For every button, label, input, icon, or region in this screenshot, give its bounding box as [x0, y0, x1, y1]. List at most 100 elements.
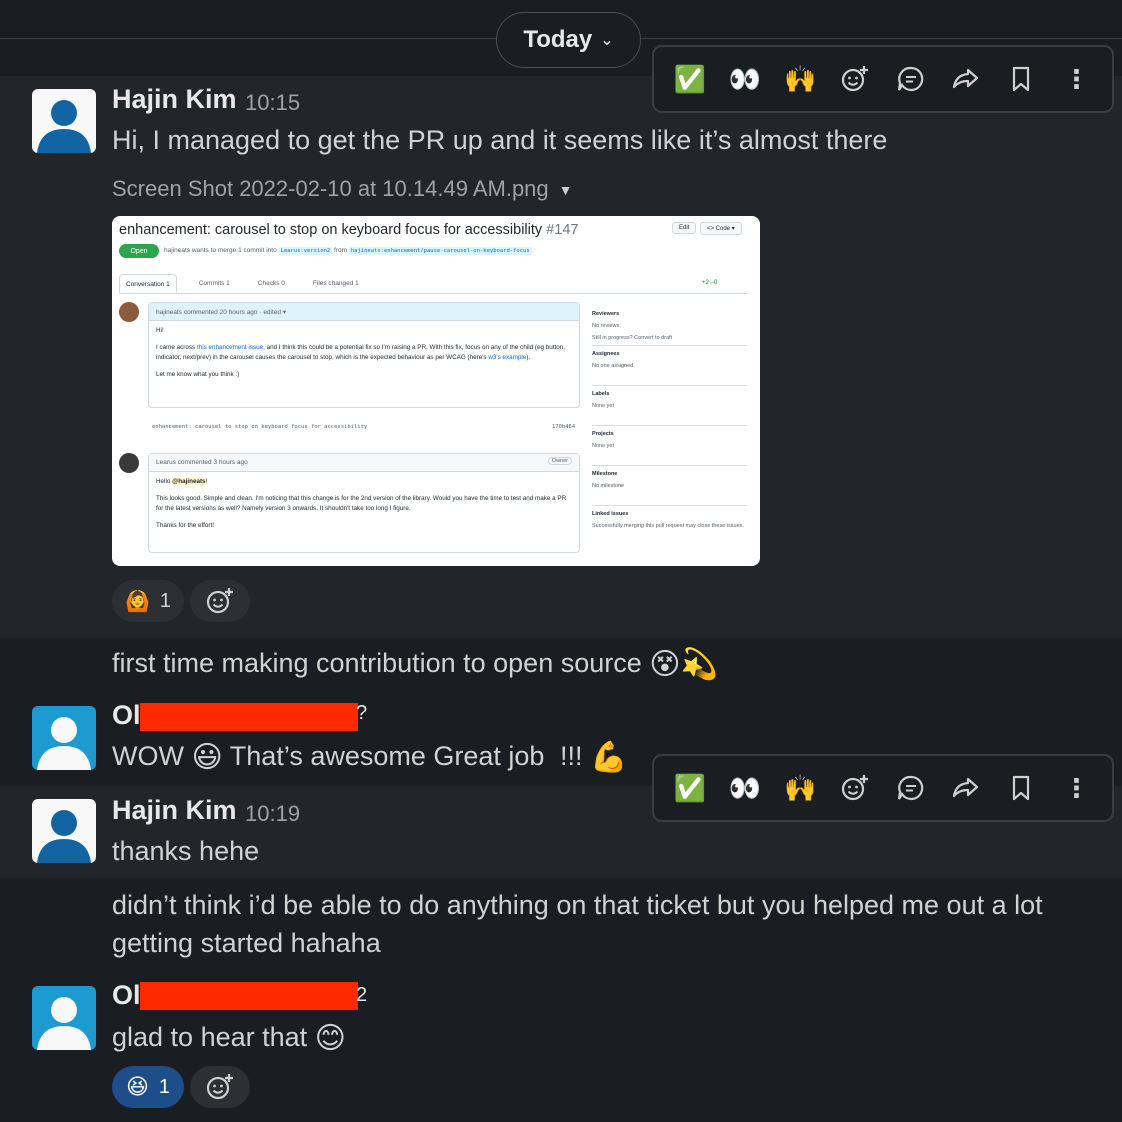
speech-bubble-icon: [897, 66, 923, 92]
pr-sidebar-heading: Milestone: [592, 471, 618, 477]
add-reaction-button[interactable]: [833, 57, 877, 101]
save-for-later-button[interactable]: [999, 766, 1043, 810]
add-reaction-icon: [842, 775, 869, 801]
owner-badge: Owner: [547, 457, 572, 465]
pr-sidebar-text: No reviews: [592, 323, 620, 329]
message-author[interactable]: Hajin Kim: [112, 84, 237, 115]
pr-sidebar-text: No milestone: [592, 483, 625, 489]
pr-sidebar-heading: Assignees: [592, 351, 620, 357]
message-text: first time making contribution to open s…: [112, 644, 718, 684]
pr-comment-header: Learus commented 3 hours ago Owner: [149, 454, 579, 472]
pr-edit-button: Edit: [672, 222, 697, 234]
message-text-content: !!!: [559, 741, 583, 771]
check-mark-icon: ✅: [673, 772, 706, 803]
pr-from-word: from: [334, 247, 348, 254]
add-reaction-button[interactable]: [190, 580, 250, 622]
attachment-filename[interactable]: Screen Shot 2022-02-10 at 10.14.49 AM.pn…: [112, 176, 573, 202]
date-divider-button[interactable]: Today ⌄: [496, 12, 641, 68]
eyes-reaction-button[interactable]: 👀: [723, 57, 767, 101]
pr-sidebar-text: Still in progress? Convert to draft: [592, 335, 673, 341]
laughing-emoji-icon: 😆: [125, 1074, 149, 1099]
message-text: Hi, I managed to get the PR up and it se…: [112, 125, 888, 155]
forward-button[interactable]: [944, 766, 988, 810]
avatar[interactable]: [32, 89, 96, 153]
pr-sidebar: Reviewers No reviews Still in progress? Co…: [592, 306, 746, 546]
message-text-line: didn’t think i’d be able to do anything …: [112, 890, 1043, 920]
smiling-face-emoji-icon: 😊: [314, 1021, 346, 1055]
pr-comment-text: I came across: [156, 343, 196, 351]
forward-button[interactable]: [944, 57, 988, 101]
pr-tab-commits: Commits 1: [198, 280, 230, 287]
pr-comment-body: Hello @hajineats! This looks good. Simpl…: [149, 472, 579, 542]
message-text: WOW 😃 That’s awesome Great job !!! 💪: [112, 737, 627, 777]
pr-commit-sha: 170b464: [552, 424, 576, 430]
pr-sidebar-assignees: Assignees No one assigned: [592, 346, 746, 386]
avatar[interactable]: [32, 706, 96, 770]
avatar[interactable]: [32, 799, 96, 863]
reply-in-thread-button[interactable]: [889, 57, 933, 101]
pr-code-button: <> Code ▾: [700, 222, 742, 235]
eyes-reaction-button[interactable]: 👀: [723, 766, 767, 810]
pr-comment: hajineats commented 20 hours ago · edite…: [148, 302, 580, 408]
raised-hands-reaction-button[interactable]: 🙌: [778, 766, 822, 810]
message-timestamp[interactable]: 10:15: [245, 90, 300, 116]
caret-down-icon[interactable]: ▼: [559, 182, 573, 198]
pr-sidebar-labels: Labels None yet: [592, 386, 746, 426]
pr-tab-conversation: Conversation 1: [119, 274, 177, 293]
message-author-visible: Ol: [112, 700, 141, 730]
pr-commit-message: enhancement: carousel to stop on keyboar…: [152, 424, 368, 430]
message-author[interactable]: Ol: [112, 980, 141, 1011]
message-text-content: glad to hear that: [112, 1022, 308, 1052]
message-author[interactable]: Ol: [112, 700, 141, 731]
reaction-count: 1: [159, 589, 172, 612]
pr-comment-text: Hello: [156, 478, 171, 485]
message-author[interactable]: Hajin Kim: [112, 795, 237, 826]
add-reaction-icon: [206, 1074, 233, 1100]
avatar[interactable]: [32, 986, 96, 1050]
pr-comment-closing: Thanks for the effort!: [156, 521, 214, 529]
message-text-content: first time making contribution to open s…: [112, 648, 642, 678]
pr-tabs: Conversation 1 Commits 1 Checks 0 Files …: [119, 274, 747, 294]
pr-comment-link: w3's example: [488, 354, 527, 361]
pr-sidebar-text: None yet: [592, 443, 615, 449]
pr-title-text: enhancement: carousel to stop on keyboar…: [119, 222, 543, 238]
reaction-pill[interactable]: 🙆 1: [112, 580, 184, 622]
pr-comment-paragraph: I came across this enhancement issue, an…: [156, 343, 572, 364]
pr-merge-line: hajineats wants to merge 1 commit into L…: [164, 247, 532, 255]
pr-sidebar-milestone: Milestone No milestone: [592, 466, 746, 506]
pr-sidebar-projects: Projects None yet: [592, 426, 746, 466]
pr-status-badge: Open: [119, 244, 159, 258]
pr-comment-greeting: Hi!: [156, 327, 164, 334]
eyes-icon: 👀: [728, 63, 762, 94]
message-text-content: That’s awesome Great job: [229, 741, 545, 771]
pr-diffstat: +2 −0: [702, 280, 718, 286]
raised-hands-reaction-button[interactable]: 🙌: [778, 57, 822, 101]
raised-hands-icon: 🙌: [783, 63, 817, 94]
add-reaction-button[interactable]: [190, 1066, 250, 1108]
pr-sidebar-heading: Linked issues: [592, 511, 629, 517]
person-gesturing-emoji-icon: 🙆: [124, 590, 150, 613]
more-actions-button[interactable]: ⋮: [1054, 766, 1098, 810]
reply-in-thread-button[interactable]: [889, 766, 933, 810]
pr-sidebar-text: No one assigned: [592, 363, 634, 369]
pr-comment-greeting: Hello @hajineats!: [156, 477, 572, 488]
bookmark-icon: [1013, 66, 1030, 92]
add-reaction-button[interactable]: [833, 766, 877, 810]
pr-comment-link: this enhancement issue: [196, 343, 264, 351]
message-timestamp[interactable]: 10:19: [245, 801, 300, 827]
attachment-image[interactable]: enhancement: carousel to stop on keyboar…: [112, 216, 760, 566]
pr-sidebar-reviewers: Reviewers No reviews Still in progress? Co…: [592, 306, 746, 346]
more-vertical-icon: ⋮: [1063, 63, 1090, 94]
reaction-pill[interactable]: 😆 1: [112, 1066, 184, 1108]
add-reaction-icon: [206, 588, 233, 614]
redaction-box: [140, 703, 358, 731]
redaction-box: [140, 982, 358, 1010]
chevron-down-icon: ⌄: [600, 32, 614, 49]
attachment-filename-text: Screen Shot 2022-02-10 at 10.14.49 AM.pn…: [112, 176, 549, 201]
pr-base-branch: Learus:version2: [278, 247, 333, 255]
check-mark-reaction-button[interactable]: ✅: [668, 766, 712, 810]
message-text: thanks hehe: [112, 836, 260, 866]
more-actions-button[interactable]: ⋮: [1054, 57, 1098, 101]
save-for-later-button[interactable]: [999, 57, 1043, 101]
check-mark-reaction-button[interactable]: ✅: [668, 57, 712, 101]
